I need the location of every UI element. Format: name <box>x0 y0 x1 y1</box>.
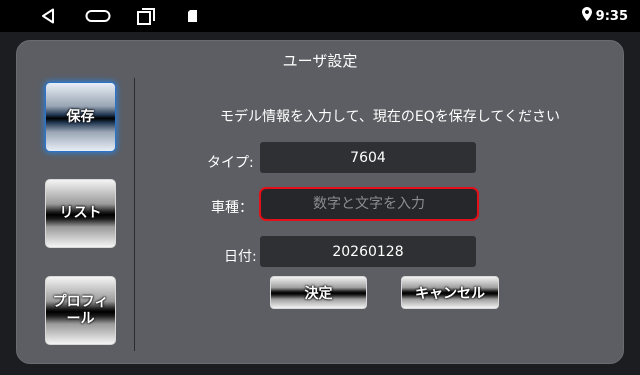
recents-icon[interactable] <box>135 0 157 32</box>
dialog-title: ユーザ設定 <box>282 52 358 70</box>
type-field[interactable]: 7604 <box>260 142 476 173</box>
sidebar-divider <box>134 78 135 351</box>
type-label: タイプ: <box>207 155 254 171</box>
back-icon[interactable] <box>36 0 60 32</box>
status-clock: 9:35 <box>581 0 628 32</box>
model-input[interactable] <box>261 189 477 219</box>
instruction-text: モデル情報を入力して、現在のEQを保存してください <box>220 109 560 125</box>
location-icon <box>581 7 592 25</box>
model-label: 車種： <box>211 200 253 216</box>
cancel-button[interactable]: キャンセル <box>401 276 499 309</box>
model-input-box[interactable] <box>259 187 479 221</box>
date-field[interactable]: 20260128 <box>260 236 476 267</box>
status-bar: 9:35 <box>0 0 640 32</box>
sd-card-icon <box>186 0 198 32</box>
save-tab-button[interactable]: 保存 <box>45 82 116 152</box>
home-icon[interactable] <box>84 0 112 32</box>
time-text: 9:35 <box>595 8 628 24</box>
date-label: 日付: <box>224 249 257 265</box>
list-tab-button[interactable]: リスト <box>45 179 116 248</box>
confirm-button[interactable]: 決定 <box>270 276 367 309</box>
profile-tab-button[interactable]: プロフィール <box>45 276 116 345</box>
